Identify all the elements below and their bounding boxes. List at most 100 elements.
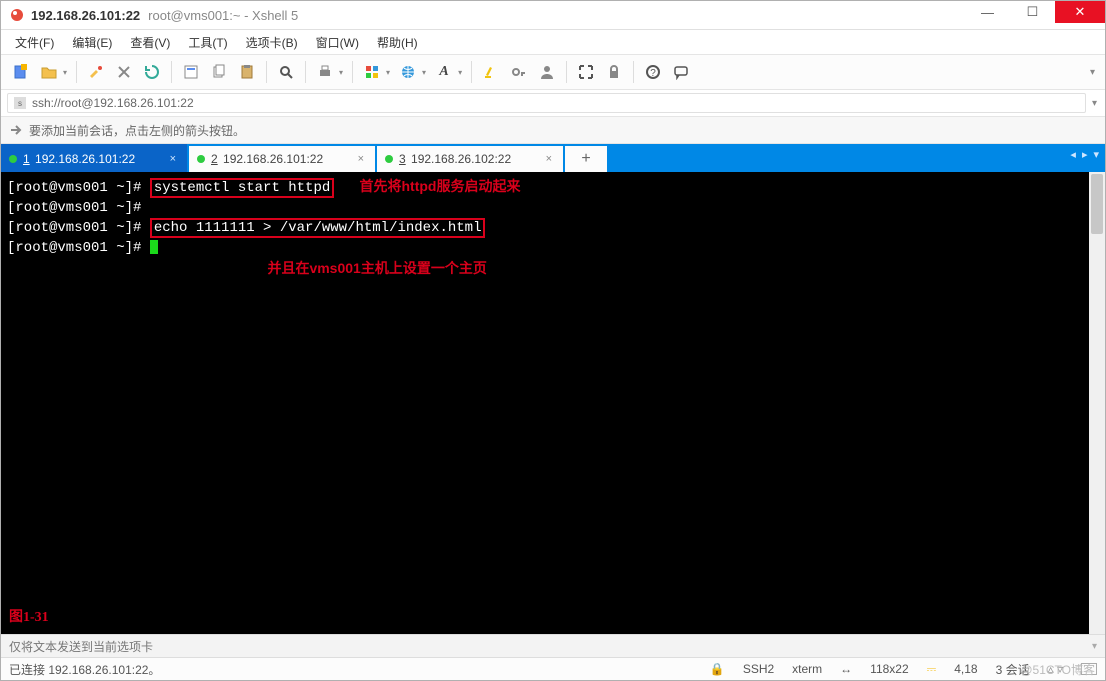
menu-edit[interactable]: 编辑(E) [66, 32, 118, 53]
prompt: [root@vms001 ~]# [7, 220, 141, 236]
prompt: [root@vms001 ~]# [7, 200, 141, 216]
send-mode-drop[interactable]: ▾ [1092, 641, 1097, 652]
toolbar-sep [171, 61, 172, 83]
window-controls: — ☐ ✕ [965, 1, 1105, 29]
tab-index: 2 [211, 152, 218, 166]
minimize-button[interactable]: — [965, 1, 1010, 23]
open-icon[interactable] [37, 60, 61, 84]
send-mode-text: 仅将文本发送到当前选项卡 [9, 638, 153, 655]
tab-close-icon[interactable]: × [167, 153, 179, 165]
prompt: [root@vms001 ~]# [7, 180, 141, 196]
globe-drop[interactable]: ▾ [422, 68, 426, 77]
status-dot-icon [385, 155, 393, 163]
toolbar-overflow[interactable]: ▾ [1090, 67, 1095, 78]
address-bar-row: s ssh://root@192.168.26.101:22 ▾ [1, 90, 1105, 117]
svg-text:s: s [18, 99, 22, 108]
tab-nav: ◂ ▸ ▾ [1070, 148, 1099, 161]
open-drop[interactable]: ▾ [63, 68, 67, 77]
address-overflow[interactable]: ▾ [1092, 98, 1097, 109]
tab-next-icon[interactable]: ▸ [1082, 148, 1088, 161]
annotation-2: 并且在vms001主机上设置一个主页 [267, 260, 486, 276]
color-icon[interactable] [360, 60, 384, 84]
menu-window[interactable]: 窗口(W) [310, 32, 365, 53]
address-bar[interactable]: s ssh://root@192.168.26.101:22 [7, 93, 1086, 113]
session-tab-3[interactable]: 3 192.168.26.102:22 × [377, 144, 563, 172]
session-tip-bar: 要添加当前会话，点击左侧的箭头按钮。 [1, 117, 1105, 144]
caret-icon: ⎓ [927, 662, 937, 677]
command-2: echo 1111111 > /var/www/html/index.html [150, 218, 486, 238]
reconnect-icon[interactable] [140, 60, 164, 84]
session-tip-text: 要添加当前会话，点击左侧的箭头按钮。 [29, 122, 245, 139]
fullscreen-icon[interactable] [574, 60, 598, 84]
user-icon[interactable] [535, 60, 559, 84]
terminal-scrollbar[interactable] [1089, 172, 1105, 634]
tab-close-icon[interactable]: × [543, 153, 555, 165]
print-drop[interactable]: ▾ [339, 68, 343, 77]
maximize-button[interactable]: ☐ [1010, 1, 1055, 23]
menu-file[interactable]: 文件(F) [9, 32, 60, 53]
command-1: systemctl start httpd [150, 178, 334, 198]
highlight-icon[interactable] [479, 60, 503, 84]
key-icon[interactable] [507, 60, 531, 84]
toolbar-sep [266, 61, 267, 83]
cursor-pos: 4,18 [954, 662, 977, 676]
cap-indicator [1081, 663, 1097, 675]
session-count: 3 会话 [996, 661, 1030, 678]
paste-icon[interactable] [235, 60, 259, 84]
new-session-icon[interactable] [9, 60, 33, 84]
font-drop[interactable]: ▾ [458, 68, 462, 77]
status-dot-icon [9, 155, 17, 163]
tab-label: 192.168.26.101:22 [35, 152, 135, 166]
term-size: 118x22 [870, 662, 908, 676]
font-icon[interactable]: A [432, 60, 456, 84]
connect-icon[interactable] [84, 60, 108, 84]
annotation-1: 首先将httpd服务启动起来 [359, 178, 520, 194]
menubar: 文件(F) 编辑(E) 查看(V) 工具(T) 选项卡(B) 窗口(W) 帮助(… [1, 30, 1105, 55]
tab-index: 3 [399, 152, 406, 166]
sessions-nav[interactable]: ▵ ▿ [1048, 662, 1063, 676]
toolbar-sep [471, 61, 472, 83]
properties-icon[interactable] [179, 60, 203, 84]
app-window: 192.168.26.101:22 root@vms001:~ - Xshell… [0, 0, 1106, 681]
toolbar-sep [305, 61, 306, 83]
toolbar-sep [633, 61, 634, 83]
titlebar-host: 192.168.26.101:22 [31, 8, 140, 23]
ssh-icon: s [14, 97, 26, 109]
tab-label: 192.168.26.101:22 [223, 152, 323, 166]
disconnect-icon[interactable] [112, 60, 136, 84]
tab-prev-icon[interactable]: ◂ [1070, 148, 1076, 161]
terminal[interactable]: [root@vms001 ~]# systemctl start httpd 首… [1, 172, 1105, 634]
color-drop[interactable]: ▾ [386, 68, 390, 77]
scrollbar-thumb[interactable] [1091, 174, 1103, 234]
toolbar: ▾ ▾ ▾ ▾ A▾ ? ▾ [1, 55, 1105, 90]
tab-index: 1 [23, 152, 30, 166]
help-icon[interactable]: ? [641, 60, 665, 84]
menu-tabs[interactable]: 选项卡(B) [240, 32, 304, 53]
tab-list-icon[interactable]: ▾ [1093, 148, 1099, 161]
session-tab-2[interactable]: 2 192.168.26.101:22 × [189, 144, 375, 172]
print-icon[interactable] [313, 60, 337, 84]
menu-tools[interactable]: 工具(T) [182, 32, 233, 53]
lock-icon[interactable] [602, 60, 626, 84]
session-tab-1[interactable]: 1 192.168.26.101:22 × [1, 144, 187, 172]
app-icon [9, 7, 25, 23]
resize-icon: ↔ [840, 662, 852, 676]
menu-help[interactable]: 帮助(H) [371, 32, 424, 53]
new-tab-button[interactable]: + [565, 144, 607, 172]
add-session-arrow-icon[interactable] [9, 123, 23, 137]
svg-text:?: ? [650, 68, 656, 79]
tab-label: 192.168.26.102:22 [411, 152, 511, 166]
titlebar: 192.168.26.101:22 root@vms001:~ - Xshell… [1, 1, 1105, 30]
feedback-icon[interactable] [669, 60, 693, 84]
prompt: [root@vms001 ~]# [7, 240, 141, 256]
tab-close-icon[interactable]: × [355, 153, 367, 165]
copy-icon[interactable] [207, 60, 231, 84]
cursor [150, 240, 158, 254]
toolbar-sep [76, 61, 77, 83]
globe-icon[interactable] [396, 60, 420, 84]
figure-label: 图1-31 [9, 608, 49, 628]
tab-strip: 1 192.168.26.101:22 × 2 192.168.26.101:2… [1, 144, 1105, 172]
close-button[interactable]: ✕ [1055, 1, 1105, 23]
find-icon[interactable] [274, 60, 298, 84]
menu-view[interactable]: 查看(V) [124, 32, 176, 53]
